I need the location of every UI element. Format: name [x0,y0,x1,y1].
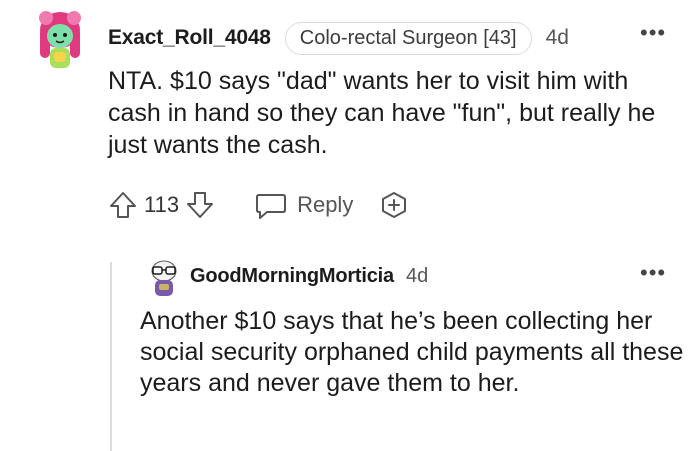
award-button[interactable] [379,190,409,220]
comment-author[interactable]: Exact_Roll_4048 [108,26,271,50]
comment-timestamp[interactable]: 4d [546,26,569,50]
reply-timestamp[interactable]: 4d [406,265,428,288]
avatar[interactable] [146,258,182,300]
reply-body: Another $10 says that he’s been collecti… [140,307,684,397]
more-options-icon[interactable]: ••• [640,262,666,284]
speech-bubble-icon [256,194,287,219]
reply-author[interactable]: GoodMorningMorticia [190,265,394,288]
downvote-button[interactable] [185,190,215,220]
comment-action-bar: 113 Reply [108,186,409,224]
upvote-arrow-icon [110,192,136,218]
more-options-icon[interactable]: ••• [640,22,666,44]
thread-line[interactable] [110,262,112,451]
reply-button[interactable]: Reply [255,190,353,220]
reply-label: Reply [297,192,354,217]
snoo-avatar-glasses-icon [151,260,177,296]
snoo-avatar-pink-hair-icon [39,11,81,68]
reply-header: GoodMorningMorticia 4d [190,262,428,290]
vote-score: 113 [144,192,180,217]
comment-header: Exact_Roll_4048 Colo-rectal Surgeon [43]… [108,20,569,56]
upvote-button[interactable] [108,190,138,220]
user-flair: Colo-rectal Surgeon [43] [284,21,532,55]
avatar[interactable] [34,8,86,72]
award-plus-icon [382,192,407,218]
downvote-arrow-icon [187,192,214,218]
comment-body: NTA. $10 says "dad" wants her to visit h… [108,67,656,159]
